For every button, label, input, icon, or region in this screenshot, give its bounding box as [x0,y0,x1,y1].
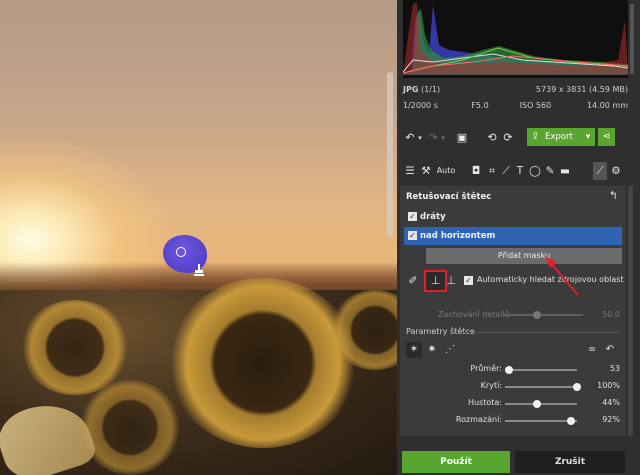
exif-aperture: F5.0 [471,101,489,110]
histogram [403,0,628,78]
detail-preservation-slider[interactable] [503,314,583,316]
panel-scrollbar-top[interactable] [630,4,634,74]
app-window: JPG (1/1) 5739 x 3831 (4.59 MB) 1/2000 s… [0,0,640,475]
photo-vertical-scrollbar[interactable] [387,72,393,237]
sunflower-main [168,278,358,448]
slider-label: Rozmazání: [455,415,502,424]
export-label: Export [545,132,573,142]
reset-arrow-icon[interactable]: ↶ [602,342,618,358]
slider-label: Průměr: [470,364,502,373]
image-compare-icon[interactable]: ▣ [455,130,469,146]
cancel-button[interactable]: Zrušit [515,451,625,473]
mask-checkbox-nad-horizontem[interactable]: ✓ [408,231,417,240]
mask-label: dráty [420,212,446,222]
sunflower-blur-bottom [80,380,180,475]
exif-row: 1/2000 s F5.0 ISO 560 14.00 mm [403,101,628,113]
share-icon: ⋖ [602,131,611,142]
slider-hustota[interactable]: Hustota: 44% [404,397,624,411]
slider-value: 100% [597,381,620,390]
exif-shutter: 1/2000 s [403,101,438,110]
slider-prumer[interactable]: Průměr: 53 [404,363,624,377]
slider-value: 92% [602,415,620,424]
slider-track[interactable] [505,420,577,422]
camera-icon[interactable]: ◘ [469,162,483,180]
rotate-right-icon[interactable]: ⟳ [501,130,515,146]
back-arrow-icon[interactable]: ↰ [609,189,618,202]
side-panel: JPG (1/1) 5739 x 3831 (4.59 MB) 1/2000 s… [397,0,640,475]
photo-canvas[interactable] [0,0,397,475]
detail-preservation-knob[interactable] [533,311,541,319]
section-title: Retušovací štětec [406,192,492,202]
panel-scrollbar[interactable] [628,186,633,436]
brush-add-icon[interactable]: ✶ [406,342,422,358]
link-icon[interactable]: ∞ [584,342,600,358]
export-button[interactable]: ⇪ Export ▾ [527,128,595,146]
adjustments-icon[interactable]: ☰ [403,162,417,180]
retouch-brush-icon[interactable]: ⟋ [593,162,607,180]
gear-icon[interactable]: ⚙ [609,162,623,180]
slider-value: 53 [609,364,620,373]
apply-button[interactable]: Použít [402,451,510,473]
exif-focal: 14.00 mm [586,101,628,110]
slider-label: Krytí: [480,381,502,390]
tool-row: ☰ ⚒ Auto ◘ ⌗ ⟋ T ◯ ✎ ▬ ⟋ ⚙ [403,162,628,180]
brush-smooth-icon[interactable]: ⋰ [442,342,458,358]
auto-find-checkbox[interactable]: ✓ [464,276,473,285]
slider-track[interactable] [505,369,577,371]
mask-checkbox-draty[interactable]: ✓ [408,212,417,221]
brush-icon[interactable]: ✎ [543,162,557,180]
add-mask-button[interactable]: Přidat masku [426,248,622,264]
slider-label: Hustota: [467,398,502,407]
file-count: (1/1) [420,85,441,94]
crop-icon[interactable]: ⌗ [485,162,499,180]
perspective-icon[interactable]: ⟋ [499,162,513,180]
brush-subtract-icon[interactable]: ✷ [424,342,440,358]
detail-preservation-value: 50.0 [602,310,620,319]
brush-cursor-ring [176,247,186,257]
sunflower-blur-left [20,300,130,395]
detail-preservation-label: Zachování detailů [438,310,510,319]
slider-track[interactable] [505,403,577,405]
slider-rozmazani[interactable]: Rozmazání: 92% [404,414,624,428]
auto-find-label: Automaticky hledat zdrojovou oblast [477,275,624,284]
undo-dropdown-icon[interactable]: ▾ [416,130,424,146]
mask-label: nad horizontem [420,231,496,241]
share-button[interactable]: ⋖ [598,128,615,146]
text-icon[interactable]: T [513,162,527,180]
slider-track[interactable] [505,386,577,388]
slider-knob[interactable] [532,400,541,408]
mask-item-draty[interactable]: ✓ dráty [404,208,622,226]
bottom-bar: Použít Zrušit [400,449,634,475]
redo-icon[interactable]: ↷ [426,130,440,146]
slider-kryti[interactable]: Krytí: 100% [404,380,624,394]
circle-mask-icon[interactable]: ◯ [528,162,542,180]
divider [460,332,620,333]
file-format: JPG [403,85,419,94]
mask-item-nad-horizontem[interactable]: ✓ nad horizontem [404,227,622,245]
slider-knob[interactable] [573,383,581,391]
file-dimensions: 5739 x 3831 (4.59 MB) [535,85,628,94]
brush-tool-row: ✐ ⊥ ⊥ ✓ Automaticky hledat zdrojovou obl… [404,270,626,292]
eraser-icon[interactable]: ✐ [404,272,422,290]
undo-icon[interactable]: ↶ [403,130,417,146]
brush-param-icons: ✶ ✷ ⋰ ∞ ↶ [406,342,620,360]
slider-knob[interactable] [567,417,576,425]
redo-dropdown-icon[interactable]: ▾ [439,130,447,146]
retouch-section: Retušovací štětec ↰ ✓ dráty ✓ nad horizo… [400,186,626,436]
slider-knob[interactable] [504,366,513,374]
export-icon: ⇪ [531,131,540,142]
magic-wand-icon[interactable]: ⚒ [419,162,433,180]
gradient-icon[interactable]: ▬ [558,162,572,180]
source-stamp-icon[interactable]: ⊥ [442,272,460,290]
export-dropdown-icon[interactable]: ▾ [586,128,590,146]
rotate-left-icon[interactable]: ⟲ [485,130,499,146]
file-info-row: JPG (1/1) 5739 x 3831 (4.59 MB) [403,85,628,97]
slider-value: 44% [602,398,620,407]
exif-iso: ISO 560 [519,101,552,110]
auto-button[interactable]: Auto [435,162,457,180]
stamp-cursor-icon [194,264,204,276]
